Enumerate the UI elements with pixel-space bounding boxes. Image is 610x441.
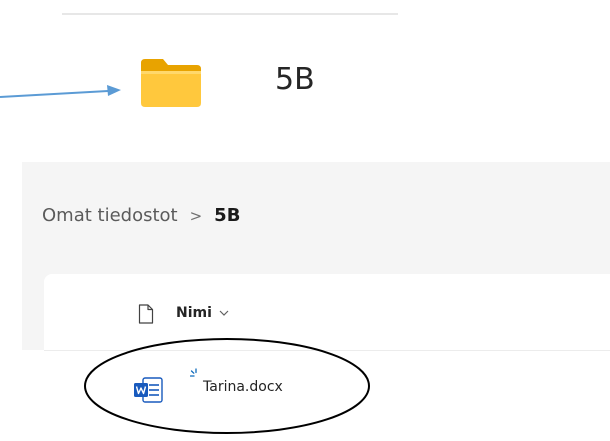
- column-header-name[interactable]: Nimi: [176, 305, 229, 321]
- folder-icon: [141, 59, 201, 107]
- breadcrumb-root-link[interactable]: Omat tiedostot: [42, 204, 178, 228]
- breadcrumb: Omat tiedostot > 5B: [42, 204, 240, 228]
- chevron-down-icon: [219, 310, 229, 316]
- file-name-link[interactable]: Tarina.docx: [203, 379, 283, 395]
- left-strip: [0, 350, 44, 441]
- breadcrumb-separator: >: [189, 207, 203, 225]
- file-row[interactable]: Tarina.docx: [44, 351, 610, 403]
- word-docx-icon: [134, 377, 163, 403]
- breadcrumb-current: 5B: [214, 205, 241, 226]
- file-list: Nimi Tarina.docx: [44, 274, 610, 441]
- files-pane: Omat tiedostot > 5B Nimi Tarina.docx: [0, 162, 610, 441]
- annotation-arrow: [0, 85, 121, 98]
- folder-title: 5B: [275, 62, 315, 97]
- column-header-label: Nimi: [176, 305, 212, 321]
- sync-indicator-icon: [190, 368, 197, 377]
- list-header: Nimi: [44, 274, 610, 351]
- top-divider: [62, 13, 398, 15]
- file-type-icon: [138, 304, 154, 324]
